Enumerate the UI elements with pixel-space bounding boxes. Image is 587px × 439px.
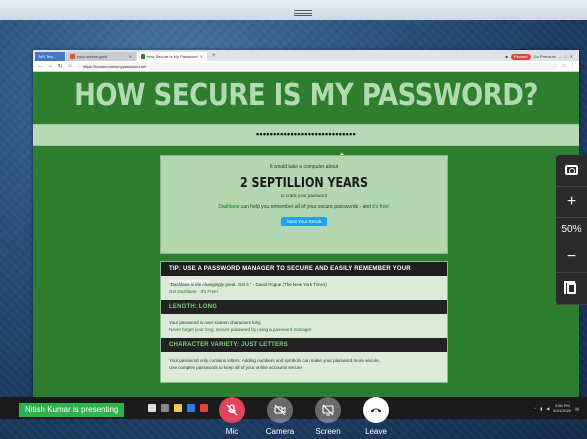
zoom-in-button[interactable]: + xyxy=(556,187,587,219)
tip-body: Your password only contains letters. Add… xyxy=(161,352,447,376)
hang-up-icon xyxy=(363,397,389,423)
free-link[interactable]: it's free! xyxy=(372,204,389,210)
forward-icon[interactable]: → xyxy=(47,63,53,69)
screen-share-button[interactable]: Screen xyxy=(306,397,350,436)
promo-text: can help you remember all of your secure… xyxy=(239,204,373,210)
shared-screen: MS Tea... your-screen.gold ✕ How Secure … xyxy=(33,50,579,405)
presenting-banner: Nitish Kumar is presenting xyxy=(19,403,125,417)
crack-time: 2 SEPTILLION YEARS xyxy=(239,176,369,191)
result-box: It would take a computer about 2 SEPTILL… xyxy=(160,155,448,254)
zoom-level: 50% xyxy=(561,224,582,236)
tray-up-icon[interactable]: ^ xyxy=(534,406,536,411)
browser-tab-active[interactable]: How Secure Is My Password ✕ xyxy=(137,52,207,61)
browser-tabbar: MS Tea... your-screen.gold ✕ How Secure … xyxy=(33,50,579,61)
clock[interactable]: 3:58 PM 8/31/2020 xyxy=(553,403,571,413)
password-input[interactable]: ••••••••••••••••••••••••••••• xyxy=(33,129,579,139)
mic-label: Mic xyxy=(225,427,239,436)
dashlane-link[interactable]: Dashlane xyxy=(218,204,239,210)
bookmark-star-icon[interactable]: ☆ xyxy=(562,63,566,69)
profile-button[interactable]: Go Premium xyxy=(534,54,556,59)
web-page: HOW SECURE IS MY PASSWORD? •••••••••••••… xyxy=(33,73,579,405)
taskbar-apps xyxy=(148,404,208,412)
tab-label: your-screen.gold xyxy=(77,54,107,59)
tips-panel: TIP: USE A PASSWORD MANAGER TO SECURE AN… xyxy=(160,261,448,383)
tab-favicon-icon xyxy=(70,54,75,59)
zoom-panel: + 50% − xyxy=(556,155,587,305)
tab-favicon-icon xyxy=(141,54,145,59)
system-tray: ^ ▮ ◀ 3:58 PM 8/31/2020 ▤ xyxy=(534,403,587,413)
extensions-icon[interactable]: ⋮ xyxy=(570,63,575,69)
call-top-bar xyxy=(0,0,587,20)
result-promo: Dashlane can help you remember all of yo… xyxy=(161,204,447,210)
leave-button[interactable]: Leave xyxy=(354,397,398,436)
browser-tab[interactable]: your-screen.gold ✕ xyxy=(66,52,136,61)
tab-label: MS Tea... xyxy=(39,54,56,59)
new-tab-button[interactable]: + xyxy=(212,52,216,61)
reload-icon[interactable]: ↻ xyxy=(57,63,63,70)
browser-tab[interactable]: MS Tea... xyxy=(35,52,65,61)
call-controls: Mic Camera Screen Leave xyxy=(200,397,410,439)
tip-line: "Dashlane is life changingly great. Get … xyxy=(169,282,327,287)
variety-header: CHARACTER VARIETY: JUST LETTERS xyxy=(161,338,447,352)
task-view-icon[interactable] xyxy=(161,404,169,412)
tip-header: TIP: USE A PASSWORD MANAGER TO SECURE AN… xyxy=(161,262,447,286)
tip-link[interactable]: Get Dashlane - It's Free! xyxy=(169,288,439,295)
drag-handle-icon[interactable] xyxy=(294,10,312,16)
password-input-band[interactable]: ••••••••••••••••••••••••••••• xyxy=(33,124,579,146)
tab-label: How Secure Is My Password xyxy=(146,54,198,59)
maximize-icon[interactable]: □ xyxy=(564,54,566,59)
update-pill[interactable]: Paused xyxy=(510,53,531,60)
save-result-button[interactable]: Save Your Result xyxy=(280,217,328,226)
url-input[interactable]: https://howsecureismypassword.net xyxy=(77,62,558,70)
site-title: HOW SECURE IS MY PASSWORD? xyxy=(74,78,538,114)
tip-line: Use complex passwords to keep all of you… xyxy=(169,365,302,370)
length-header: LENGTH: LONG xyxy=(161,300,447,314)
mic-muted-icon xyxy=(219,397,245,423)
home-icon[interactable]: ⌂ xyxy=(67,63,73,69)
zoom-out-button[interactable]: − xyxy=(556,242,587,274)
leave-label: Leave xyxy=(365,427,387,436)
camera-snapshot-icon xyxy=(565,165,578,176)
file-explorer-icon[interactable] xyxy=(174,404,182,412)
browser-addressbar: ← → ↻ ⌂ https://howsecureismypassword.ne… xyxy=(33,61,579,72)
network-icon[interactable]: ▮ xyxy=(540,406,542,411)
search-icon[interactable] xyxy=(148,404,156,412)
tip-line: Your password is over sixteen characters… xyxy=(169,320,261,325)
store-icon[interactable] xyxy=(187,404,195,412)
minimize-icon[interactable]: – xyxy=(559,54,561,59)
camera-button[interactable]: Camera xyxy=(258,397,302,436)
screen-label: Screen xyxy=(315,427,341,436)
result-intro: It would take a computer about xyxy=(269,164,339,170)
tip-body: Your password is over sixteen characters… xyxy=(161,314,447,338)
screen-share-icon xyxy=(315,397,341,423)
mic-button[interactable]: Mic xyxy=(210,397,254,436)
copy-icon xyxy=(564,281,576,295)
camera-off-icon xyxy=(267,397,293,423)
tip-line: Your password only contains letters. Add… xyxy=(169,358,380,363)
result-subtext: to crack your password xyxy=(280,193,328,198)
browser-window-controls: ■ Paused Go Premium – □ ✕ xyxy=(506,52,579,61)
clock-date: 8/31/2020 xyxy=(553,408,572,413)
back-icon[interactable]: ← xyxy=(37,63,43,69)
camera-label: Camera xyxy=(265,427,295,436)
copy-button[interactable] xyxy=(556,273,587,305)
extension-icon[interactable]: ■ xyxy=(506,54,508,59)
tab-close-icon[interactable]: ✕ xyxy=(129,52,132,61)
close-window-icon[interactable]: ✕ xyxy=(570,54,573,59)
tab-close-icon[interactable]: ✕ xyxy=(200,52,203,61)
notification-icon[interactable]: ▤ xyxy=(575,406,579,411)
snapshot-button[interactable] xyxy=(556,155,587,187)
volume-icon[interactable]: ◀ xyxy=(546,406,549,411)
tip-link[interactable]: Never forget your long, secure password … xyxy=(169,326,439,333)
